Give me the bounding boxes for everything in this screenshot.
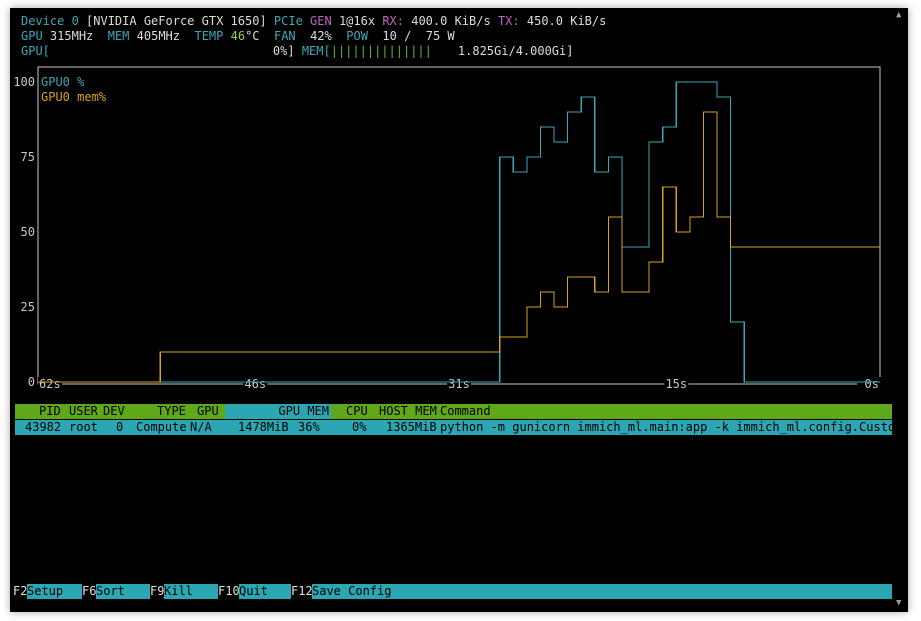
y-tick-label: 50 — [21, 225, 35, 239]
row-user: root — [69, 420, 98, 434]
x-tick-label: 62s — [39, 377, 61, 391]
x-tick-label: 46s — [244, 377, 266, 391]
col-dev[interactable]: DEV — [103, 404, 125, 419]
graph-y-ticks: 100 75 50 25 0 — [13, 75, 35, 389]
legend-gpu: GPU0 % — [41, 75, 85, 89]
row-gpu: N/A — [190, 420, 212, 434]
row-dev: 0 — [116, 420, 124, 434]
quit-button[interactable]: Quit — [239, 584, 291, 599]
setup-button[interactable]: Setup — [27, 584, 82, 599]
terminal-window: Device 0 [NVIDIA GeForce GTX 1650] PCIe … — [10, 8, 908, 612]
legend-mem: GPU0 mem% — [41, 90, 107, 104]
mem-usage-line — [38, 111, 880, 383]
function-key-bar: F2 Setup F6 Sort F9 Kill F10 Quit F12 Sa… — [13, 584, 893, 599]
f10-key: F10 — [218, 584, 240, 598]
col-type[interactable]: TYPE — [157, 404, 186, 419]
col-command[interactable]: Command — [440, 404, 491, 419]
table-row[interactable]: 43982 root 0 Compute N/A 1478MiB 36% 0% … — [15, 420, 892, 435]
y-tick-label: 0 — [28, 375, 35, 389]
kill-button[interactable]: Kill — [164, 584, 218, 599]
col-cpu[interactable]: CPU — [346, 404, 368, 419]
sort-button[interactable]: Sort — [96, 584, 150, 599]
x-tick-label: 31s — [448, 377, 470, 391]
process-table-header[interactable]: PID USER DEV TYPE GPU GPU MEM CPU HOST M… — [15, 404, 892, 419]
row-command: python -m gunicorn immich_ml.main:app -k… — [440, 420, 892, 434]
usage-graph: 100 75 50 25 0 62s 46s 31s 15s 0s GPU0 %GPU0 mem… — [13, 66, 881, 391]
col-user[interactable]: USER — [69, 404, 98, 419]
row-cpu: 0% — [352, 420, 367, 434]
x-tick-label: 15s — [665, 377, 687, 391]
row-host-mem: 1365MiB — [386, 420, 437, 434]
graph-lines — [38, 81, 880, 383]
f9-key: F9 — [150, 584, 165, 598]
f2-key: F2 — [13, 584, 28, 598]
save-config-button[interactable]: Save Config — [312, 584, 892, 599]
scroll-down-icon[interactable]: ▼ — [896, 598, 901, 608]
row-gpu-mem-pct: 36% — [298, 420, 320, 434]
scroll-up-icon[interactable]: ▲ — [896, 10, 901, 20]
row-pid: 43982 — [25, 420, 62, 434]
f12-key: F12 — [291, 584, 313, 598]
vertical-scrollbar[interactable]: ▲ ▼ — [893, 8, 908, 612]
row-type: Compute — [136, 420, 187, 434]
col-pid[interactable]: PID — [39, 404, 61, 419]
x-tick-label: 0s — [865, 377, 879, 391]
col-gpu[interactable]: GPU — [197, 404, 219, 419]
y-tick-label: 25 — [21, 300, 35, 314]
graph-border — [37, 66, 881, 385]
row-gpu-mem: 1478MiB — [238, 420, 289, 434]
graph-frame — [37, 66, 881, 385]
f6-key: F6 — [82, 584, 97, 598]
col-gpu-mem[interactable]: GPU MEM — [225, 404, 331, 419]
col-host-mem[interactable]: HOST MEM — [379, 404, 437, 419]
y-tick-label: 75 — [21, 150, 35, 164]
gpu-usage-line — [38, 81, 880, 383]
graph-legend: GPU0 %GPU0 mem% — [41, 75, 107, 104]
y-tick-label: 100 — [13, 75, 35, 89]
